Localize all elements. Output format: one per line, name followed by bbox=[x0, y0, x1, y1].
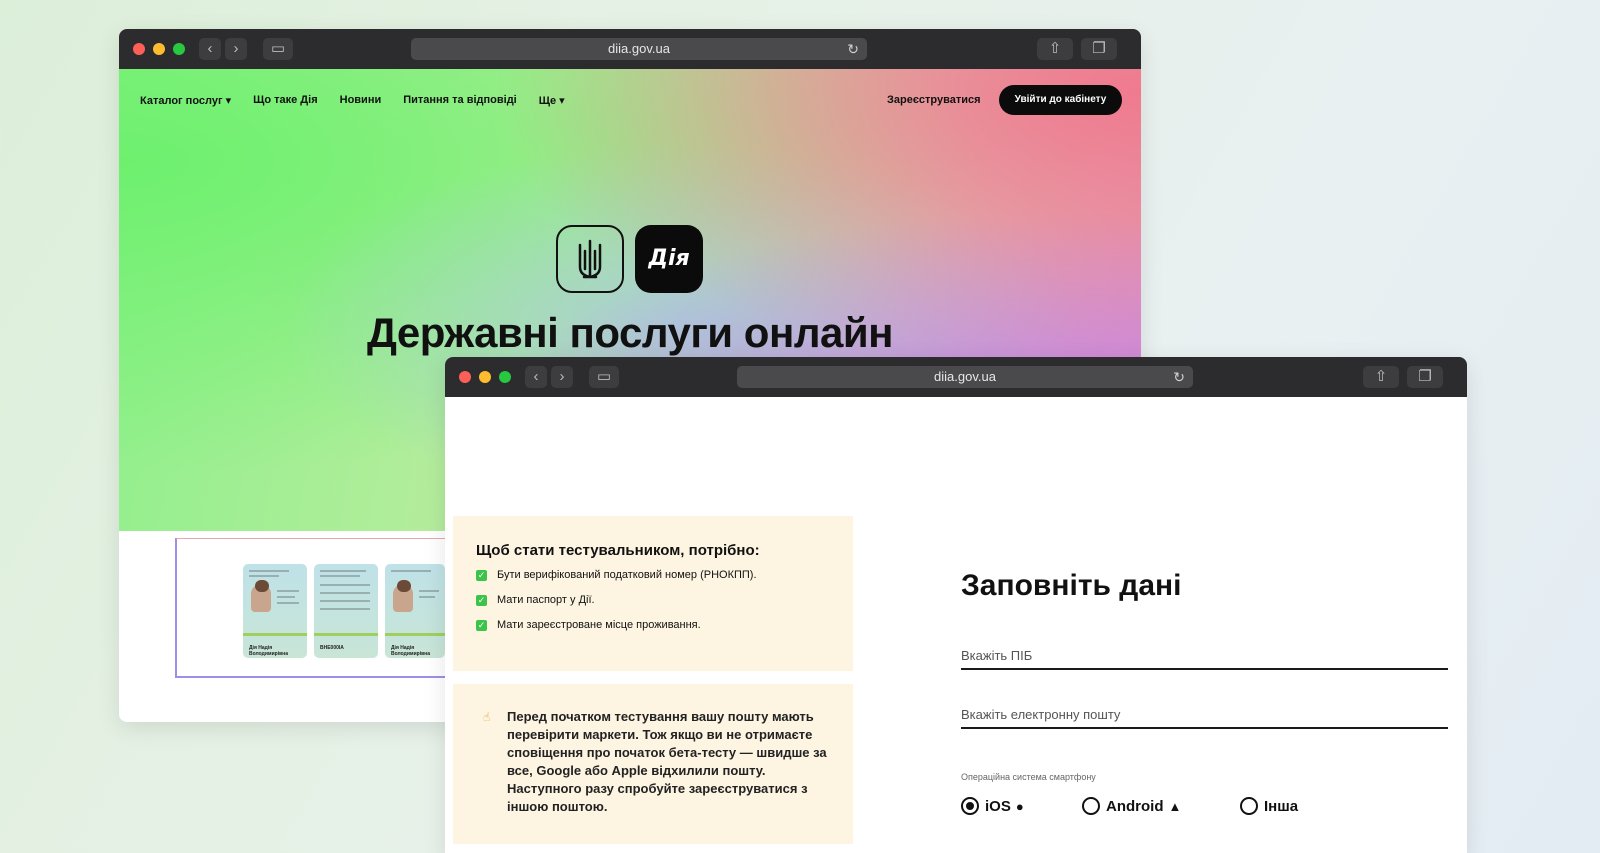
tabs-overview-icon[interactable]: ❐ bbox=[1081, 38, 1117, 60]
hand-icon: ☝ bbox=[483, 710, 491, 724]
requirements-title: Щоб стати тестувальником, потрібно: bbox=[476, 542, 760, 559]
full-name-placeholder: Вкажіть ПІБ bbox=[961, 648, 1033, 663]
nav-item-about[interactable]: Що таке Дія bbox=[253, 94, 317, 107]
share-icon[interactable]: ⇧ bbox=[1363, 366, 1399, 388]
full-name-field[interactable]: Вкажіть ПІБ bbox=[961, 640, 1448, 670]
sidebar-toggle-icon[interactable]: ▭ bbox=[589, 366, 619, 388]
browser-titlebar: ‹ › ▭ diia.gov.ua ↻ ⇧ ❐ bbox=[119, 29, 1141, 69]
diia-logo: Дія bbox=[635, 225, 703, 293]
browser-titlebar: ‹ › ▭ diia.gov.ua ↻ ⇧ ❐ bbox=[445, 357, 1467, 397]
address-bar[interactable]: diia.gov.ua ↻ bbox=[411, 38, 867, 60]
browser-window-front: ‹ › ▭ diia.gov.ua ↻ ⇧ ❐ Щоб стати тестув… bbox=[445, 357, 1467, 853]
back-arrow-icon[interactable]: ‹ bbox=[525, 366, 547, 388]
email-placeholder: Вкажіть електронну пошту bbox=[961, 707, 1121, 722]
document-card: Дія Надія Володимирівна bbox=[243, 564, 307, 658]
login-button[interactable]: Увійти до кабінету bbox=[999, 85, 1122, 115]
forward-arrow-icon[interactable]: › bbox=[225, 38, 247, 60]
minimize-window-button[interactable] bbox=[153, 43, 165, 55]
checkmark-icon: ✓ bbox=[476, 569, 487, 581]
reload-icon[interactable]: ↻ bbox=[847, 38, 859, 60]
share-icon[interactable]: ⇧ bbox=[1037, 38, 1073, 60]
document-cards-preview: Дія Надія Володимирівна ВНЕ000ІА Дія Над… bbox=[175, 538, 455, 678]
document-card: ВНЕ000ІА bbox=[314, 564, 378, 658]
notice-text: Перед початком тестування вашу пошту маю… bbox=[507, 709, 827, 814]
document-card: Дія Надія Володимирівна bbox=[385, 564, 445, 658]
nav-item-faq[interactable]: Питання та відповіді bbox=[403, 94, 517, 107]
checkmark-icon: ✓ bbox=[476, 594, 487, 606]
trident-logo-icon bbox=[556, 225, 624, 293]
close-window-button[interactable] bbox=[459, 371, 471, 383]
maximize-window-button[interactable] bbox=[499, 371, 511, 383]
url-text: diia.gov.ua bbox=[608, 41, 670, 56]
main-nav: Каталог послуг ▾ Що таке Дія Новини Пита… bbox=[140, 94, 565, 107]
requirement-item: ✓ Бути верифікований податковий номер (Р… bbox=[476, 569, 757, 581]
email-field[interactable]: Вкажіть електронну пошту bbox=[961, 699, 1448, 729]
requirements-box: Щоб стати тестувальником, потрібно: ✓ Бу… bbox=[453, 516, 853, 671]
card-label: Дія Надія Володимирівна bbox=[249, 645, 288, 657]
radio-circle[interactable] bbox=[1240, 797, 1258, 815]
radio-label-ios: iOS bbox=[985, 797, 1011, 815]
nav-item-news[interactable]: Новини bbox=[340, 94, 382, 107]
forward-arrow-icon[interactable]: › bbox=[551, 366, 573, 388]
radio-label-android: Android bbox=[1106, 797, 1164, 815]
radio-other[interactable]: Інша bbox=[1240, 797, 1298, 815]
radio-ios[interactable]: iOS ● bbox=[961, 797, 1024, 815]
android-icon: ▲ bbox=[1168, 798, 1182, 814]
notice-box: ☝ Перед початком тестування вашу пошту м… bbox=[453, 684, 853, 844]
requirement-text: Мати паспорт у Дії. bbox=[497, 594, 595, 606]
minimize-window-button[interactable] bbox=[479, 371, 491, 383]
reload-icon[interactable]: ↻ bbox=[1173, 366, 1185, 388]
nav-item-catalog[interactable]: Каталог послуг ▾ bbox=[140, 94, 231, 107]
back-arrow-icon[interactable]: ‹ bbox=[199, 38, 221, 60]
maximize-window-button[interactable] bbox=[173, 43, 185, 55]
url-text: diia.gov.ua bbox=[934, 369, 996, 384]
requirement-item: ✓ Мати паспорт у Дії. bbox=[476, 594, 595, 606]
form-title: Заповніть дані bbox=[961, 569, 1182, 602]
requirement-text: Мати зареєстроване місце проживання. bbox=[497, 619, 701, 631]
card-label: Дія Надія Володимирівна bbox=[391, 645, 430, 657]
apple-icon: ● bbox=[1015, 798, 1024, 814]
radio-circle-selected[interactable] bbox=[961, 797, 979, 815]
os-label: Операційна система смартфону bbox=[961, 772, 1096, 782]
close-window-button[interactable] bbox=[133, 43, 145, 55]
radio-label-other: Інша bbox=[1264, 797, 1299, 815]
requirement-item: ✓ Мати зареєстроване місце проживання. bbox=[476, 619, 701, 631]
radio-circle[interactable] bbox=[1082, 797, 1100, 815]
tabs-overview-icon[interactable]: ❐ bbox=[1407, 366, 1443, 388]
nav-item-more[interactable]: Ще ▾ bbox=[539, 94, 565, 107]
radio-android[interactable]: Android ▲ bbox=[1082, 797, 1181, 815]
sidebar-toggle-icon[interactable]: ▭ bbox=[263, 38, 293, 60]
address-bar[interactable]: diia.gov.ua ↻ bbox=[737, 366, 1193, 388]
checkmark-icon: ✓ bbox=[476, 619, 487, 631]
requirement-text: Бути верифікований податковий номер (РНО… bbox=[497, 569, 757, 581]
card-label: ВНЕ000ІА bbox=[320, 645, 344, 651]
register-link[interactable]: Зареєструватися bbox=[887, 94, 981, 106]
hero-title: Державні послуги онлайн bbox=[366, 309, 894, 356]
